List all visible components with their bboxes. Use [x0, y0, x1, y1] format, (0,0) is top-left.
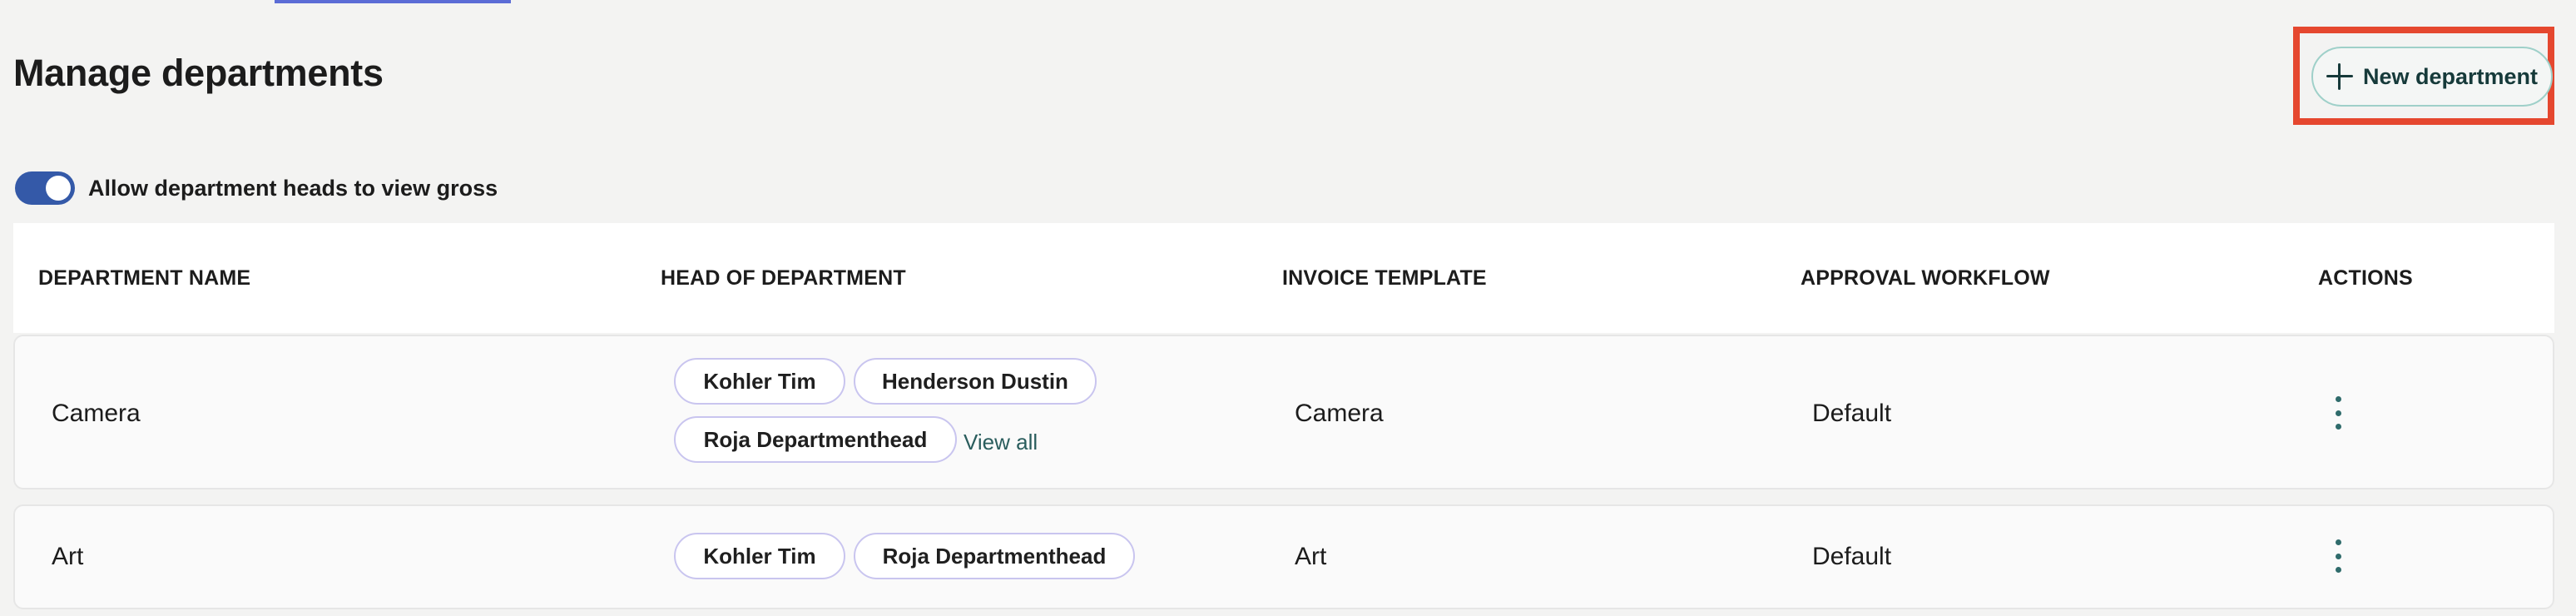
department-name: Camera [52, 400, 141, 427]
gross-visibility-setting: Allow department heads to view gross [15, 171, 498, 205]
invoice-template: Camera [1295, 400, 1384, 427]
department-name: Art [52, 543, 84, 570]
page-title: Manage departments [13, 52, 384, 94]
invoice-template: Art [1295, 543, 1327, 570]
toggle-label: Allow department heads to view gross [88, 175, 498, 201]
head-chip: Kohler Tim [674, 533, 845, 579]
new-department-button[interactable]: New department [2311, 47, 2553, 107]
table-row[interactable]: Camera Kohler Tim Henderson Dustin Roja … [13, 335, 2554, 489]
head-chip: Henderson Dustin [854, 358, 1097, 405]
approval-workflow: Default [1812, 400, 1892, 427]
header-department-name: DEPARTMENT NAME [38, 266, 251, 290]
head-chip: Roja Departmenthead [854, 533, 1135, 579]
header-invoice-template: INVOICE TEMPLATE [1282, 266, 1487, 290]
approval-workflow: Default [1812, 543, 1892, 570]
active-tab-indicator [275, 0, 511, 3]
header-head-of-department: HEAD OF DEPARTMENT [661, 266, 906, 290]
view-gross-toggle[interactable] [15, 171, 75, 205]
kebab-dot [2335, 424, 2341, 430]
kebab-dot [2335, 396, 2341, 402]
header-approval-workflow: APPROVAL WORKFLOW [1801, 266, 2050, 290]
head-chip: Roja Departmenthead [674, 416, 957, 463]
view-all-link[interactable]: View all [964, 430, 1038, 455]
kebab-dot [2335, 567, 2341, 573]
table-header: DEPARTMENT NAME HEAD OF DEPARTMENT INVOI… [13, 223, 2554, 333]
toggle-knob [46, 176, 71, 201]
kebab-dot [2335, 410, 2341, 416]
table-row[interactable]: Art Kohler Tim Roja Departmenthead Art D… [13, 504, 2554, 609]
kebab-dot [2335, 553, 2341, 559]
head-chip: Kohler Tim [674, 358, 845, 405]
plus-icon [2326, 63, 2353, 90]
kebab-menu-icon[interactable] [2330, 539, 2346, 573]
header-actions: ACTIONS [2318, 266, 2413, 290]
kebab-dot [2335, 539, 2341, 545]
kebab-menu-icon[interactable] [2330, 396, 2346, 430]
new-department-label: New department [2362, 63, 2539, 89]
